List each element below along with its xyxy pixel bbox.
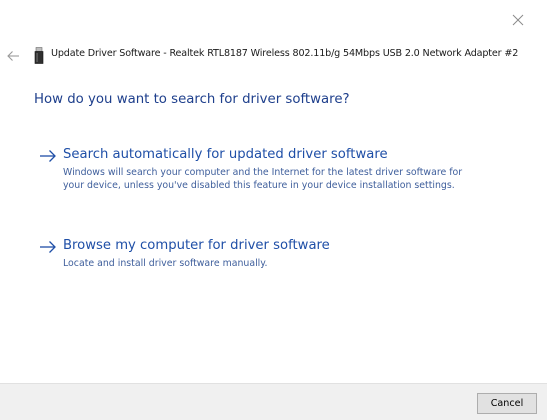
window-title: Update Driver Software - Realtek RTL8187…: [51, 48, 519, 59]
close-icon: [512, 14, 524, 26]
option-description: Locate and install driver software manua…: [63, 258, 268, 269]
arrow-right-icon: [40, 241, 56, 253]
cancel-button[interactable]: Cancel: [477, 393, 537, 414]
dialog-header: Update Driver Software - Realtek RTL8187…: [0, 44, 547, 68]
back-button[interactable]: [5, 46, 23, 66]
dialog-footer: Cancel: [0, 383, 547, 420]
back-arrow-icon: [7, 51, 19, 61]
page-heading: How do you want to search for driver sof…: [34, 92, 350, 107]
option-description: Windows will search your computer and th…: [63, 167, 463, 191]
close-button[interactable]: [507, 9, 529, 31]
option-title: Search automatically for updated driver …: [63, 147, 388, 162]
update-driver-dialog: Update Driver Software - Realtek RTL8187…: [0, 0, 547, 420]
arrow-right-icon: [40, 150, 56, 162]
option-title: Browse my computer for driver software: [63, 238, 330, 253]
device-icon: [33, 47, 45, 65]
